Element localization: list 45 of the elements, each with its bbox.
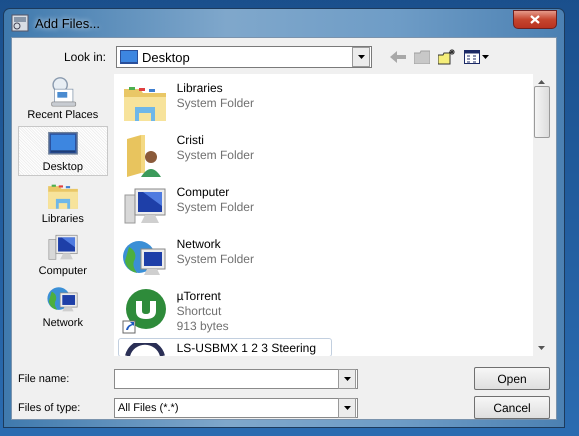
new-folder-icon[interactable]: [438, 49, 456, 65]
close-button[interactable]: [513, 10, 557, 28]
scroll-thumb[interactable]: [534, 86, 550, 138]
file-item[interactable]: LS-USBMX 1 2 3 Steering: [118, 338, 332, 356]
file-item[interactable]: Libraries System Folder: [118, 78, 332, 126]
file-item[interactable]: Network System Folder: [118, 234, 332, 282]
file-name-label: File name:: [18, 372, 70, 384]
file-detail: System Folder: [176, 96, 254, 111]
places-bar-item[interactable]: Computer: [18, 230, 108, 280]
look-in-dropdown[interactable]: Desktop: [116, 46, 372, 68]
places-bar-item[interactable]: Desktop: [18, 126, 108, 176]
close-icon: [530, 14, 540, 24]
file-detail: Shortcut: [176, 304, 222, 319]
file-detail: System Folder: [176, 200, 254, 215]
file-name: Libraries: [176, 81, 224, 96]
places-bar-item[interactable]: Libraries: [18, 178, 108, 228]
file-detail: System Folder: [176, 148, 254, 163]
file-item[interactable]: Computer System Folder: [118, 182, 332, 230]
file-name: µTorrent: [176, 289, 222, 304]
app-icon: [11, 14, 29, 32]
file-detail: System Folder: [176, 252, 254, 267]
file-detail: 913 bytes: [176, 319, 229, 334]
scroll-up-icon[interactable]: [538, 80, 545, 84]
file-type-dropdown[interactable]: All Files (*.*): [114, 398, 358, 418]
file-name: Network: [176, 237, 222, 252]
window-title: Add Files...: [35, 16, 102, 30]
scroll-down-icon[interactable]: [538, 346, 545, 350]
file-type-label: Files of type:: [18, 402, 82, 414]
cancel-button[interactable]: Cancel: [474, 396, 550, 419]
dropdown-arrow-icon: [358, 55, 364, 59]
look-in-label: Look in:: [62, 50, 107, 64]
file-name-field[interactable]: [114, 368, 358, 388]
shortcut-icon: [120, 287, 169, 335]
dropdown-arrow-icon: [344, 376, 350, 380]
open-button[interactable]: Open: [474, 367, 550, 390]
places-bar-item[interactable]: Recent Places: [18, 74, 108, 124]
file-name: LS-USBMX 1 2 3 Steering: [176, 341, 316, 356]
file-item[interactable]: Cristi System Folder: [118, 130, 332, 178]
desktop-icon: [120, 50, 138, 64]
file-name: Cristi: [176, 133, 205, 148]
view-menu-icon[interactable]: [464, 50, 490, 64]
dropdown-arrow-icon: [344, 406, 350, 410]
file-item[interactable]: µTorrent Shortcut 913 bytes: [118, 286, 332, 334]
places-bar-item[interactable]: Network: [18, 282, 108, 332]
file-name: Computer: [176, 185, 230, 200]
